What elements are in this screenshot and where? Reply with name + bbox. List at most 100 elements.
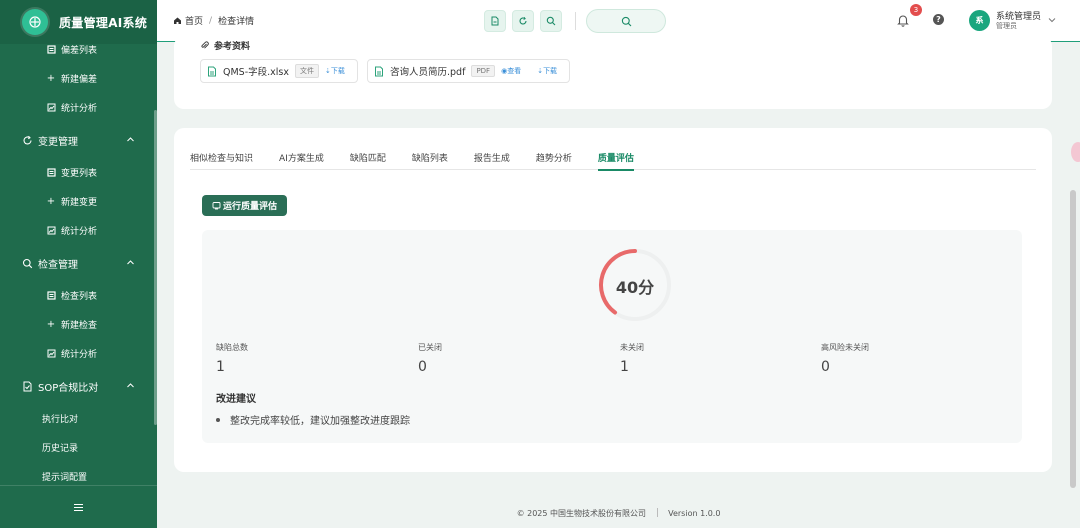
- version: Version 1.0.0: [668, 509, 721, 518]
- tab-report[interactable]: 报告生成: [474, 149, 510, 170]
- suggestions-title: 改进建议: [216, 394, 256, 405]
- download-link[interactable]: ⇣下载: [537, 66, 557, 76]
- footer: © 2025 中国生物技术股份有限公司 Version 1.0.0: [157, 508, 1080, 519]
- collapse-sidebar-button[interactable]: [0, 485, 157, 528]
- references-card: 参考资料 QMS-字段.xlsx 文件 ⇣下载 咨询人员简历.pdf PDF ◉…: [174, 36, 1052, 109]
- sidebar-item-new-inspection[interactable]: + 新建检查: [0, 310, 153, 339]
- sidebar: 偏差列表 + 新建偏差 统计分析 变更管理 变更列表 + 新建变更 统计分析 检…: [0, 0, 157, 528]
- references-title-text: 参考资料: [214, 42, 251, 52]
- sidebar-item-label: 执行比对: [42, 415, 79, 425]
- sidebar-item-change-list[interactable]: 变更列表: [0, 158, 153, 187]
- sidebar-group-label: 检查管理: [38, 259, 78, 271]
- chevron-up-icon: [127, 383, 134, 388]
- sidebar-item-label: 偏差列表: [61, 46, 98, 56]
- header-tools: [484, 10, 568, 32]
- sidebar-item-label: 历史记录: [42, 444, 79, 454]
- bell-icon[interactable]: [896, 13, 910, 27]
- bullet-icon: [216, 417, 220, 422]
- help-icon[interactable]: ?: [933, 14, 944, 25]
- list-icon: [46, 168, 56, 178]
- document-button[interactable]: [484, 10, 506, 32]
- evaluation-panel: 40分 缺陷总数 1 已关闭 0 未关闭 1 高风险未关闭 0 改进建议 整改完…: [202, 230, 1022, 443]
- download-label: 下载: [543, 67, 558, 75]
- view-link[interactable]: ◉查看: [501, 66, 521, 76]
- sidebar-item-label: 统计分析: [61, 227, 98, 237]
- menu-icon: [74, 503, 83, 511]
- sidebar-item-inspection-stats[interactable]: 统计分析: [0, 339, 153, 368]
- divider: [575, 12, 576, 30]
- stat-total-defects: 缺陷总数 1: [216, 342, 248, 375]
- sidebar-item-change-stats[interactable]: 统计分析: [0, 216, 153, 245]
- sidebar-item-new-change[interactable]: + 新建变更: [0, 187, 153, 216]
- references-title: 参考资料: [200, 39, 250, 52]
- run-quality-eval-button[interactable]: 运行质量评估: [202, 195, 287, 216]
- sidebar-item-label: 提示词配置: [42, 473, 88, 483]
- user-role: 管理员: [996, 22, 1017, 30]
- floating-assistant-button[interactable]: [1071, 142, 1080, 162]
- tab-quality-eval[interactable]: 质量评估: [597, 149, 634, 171]
- tab-ai-plan[interactable]: AI方案生成: [279, 149, 324, 170]
- breadcrumb-current: 检查详情: [218, 17, 255, 27]
- refresh-button[interactable]: [512, 10, 534, 32]
- stat-label: 缺陷总数: [216, 343, 248, 352]
- stat-value: 0: [418, 359, 427, 375]
- chevron-up-icon: [127, 260, 134, 265]
- run-button-label: 运行质量评估: [222, 202, 277, 212]
- breadcrumb-home[interactable]: 首页: [185, 14, 203, 27]
- sidebar-item-inspection-list[interactable]: 检查列表: [0, 281, 153, 310]
- tab-similar-knowledge[interactable]: 相似检查与知识: [190, 149, 253, 170]
- chart-icon: [46, 226, 56, 236]
- global-search-input[interactable]: [586, 9, 666, 33]
- plus-icon: +: [46, 73, 56, 84]
- sidebar-item-history[interactable]: 历史记录: [0, 433, 153, 462]
- page-scrollbar[interactable]: [1070, 190, 1076, 488]
- search-icon: [621, 16, 631, 26]
- file-item: QMS-字段.xlsx 文件 ⇣下载: [200, 59, 358, 83]
- suggestion-item: 整改完成率较低，建议加强整改进度跟踪: [216, 412, 410, 427]
- chart-icon: [46, 349, 56, 359]
- sidebar-item-deviation-stats[interactable]: 统计分析: [0, 93, 153, 122]
- sidebar-item-label: 统计分析: [61, 350, 98, 360]
- search-icon: [546, 16, 556, 26]
- home-icon: [174, 17, 181, 24]
- stat-label: 未关闭: [620, 343, 644, 352]
- tab-defect-match[interactable]: 缺陷匹配: [350, 149, 386, 170]
- breadcrumb-separator: /: [209, 15, 213, 26]
- tab-bar: 相似检查与知识 AI方案生成 缺陷匹配 缺陷列表 报告生成 趋势分析 质量评估: [190, 149, 1036, 171]
- stat-label: 高风险未关闭: [821, 343, 869, 352]
- tab-defect-list[interactable]: 缺陷列表: [412, 149, 448, 170]
- tab-trend[interactable]: 趋势分析: [536, 149, 572, 170]
- search-icon: [22, 258, 33, 269]
- sidebar-menu: 偏差列表 + 新建偏差 统计分析 变更管理 变更列表 + 新建变更 统计分析 检…: [0, 35, 153, 485]
- plus-icon: +: [46, 196, 56, 207]
- score-value: 40分: [615, 278, 655, 297]
- sidebar-item-prompt-config[interactable]: 提示词配置: [0, 462, 153, 485]
- chevron-down-icon[interactable]: [1048, 16, 1056, 24]
- download-link[interactable]: ⇣下载: [325, 66, 345, 76]
- footer-divider: [656, 508, 658, 517]
- file-type-tag: 文件: [295, 64, 319, 78]
- view-label: 查看: [507, 67, 522, 75]
- stat-open: 未关闭 1: [620, 342, 644, 375]
- search-button[interactable]: [540, 10, 562, 32]
- user-name[interactable]: 系统管理员: [996, 13, 1041, 22]
- list-icon: [46, 291, 56, 301]
- plus-icon: +: [46, 319, 56, 330]
- sidebar-item-label: 新建偏差: [61, 75, 98, 85]
- sidebar-group-sop-compare[interactable]: SOP合规比对: [0, 368, 153, 404]
- file-name: QMS-字段.xlsx: [223, 67, 289, 78]
- sidebar-group-inspection-mgmt[interactable]: 检查管理: [0, 245, 153, 281]
- brand: 质量管理AI系统: [0, 0, 157, 44]
- refresh-icon: [22, 135, 33, 146]
- sidebar-group-change-mgmt[interactable]: 变更管理: [0, 122, 153, 158]
- sidebar-item-label: 新建变更: [61, 198, 98, 208]
- attachment-icon: [201, 41, 209, 49]
- app-title: 质量管理AI系统: [59, 15, 148, 30]
- file-name: 咨询人员简历.pdf: [390, 67, 466, 78]
- sidebar-item-run-compare[interactable]: 执行比对: [0, 404, 153, 433]
- sidebar-item-label: 统计分析: [61, 104, 98, 114]
- sidebar-item-label: 新建检查: [61, 321, 98, 331]
- sidebar-scrollbar[interactable]: [154, 110, 157, 425]
- avatar[interactable]: 系: [969, 10, 990, 31]
- sidebar-item-new-deviation[interactable]: + 新建偏差: [0, 64, 153, 93]
